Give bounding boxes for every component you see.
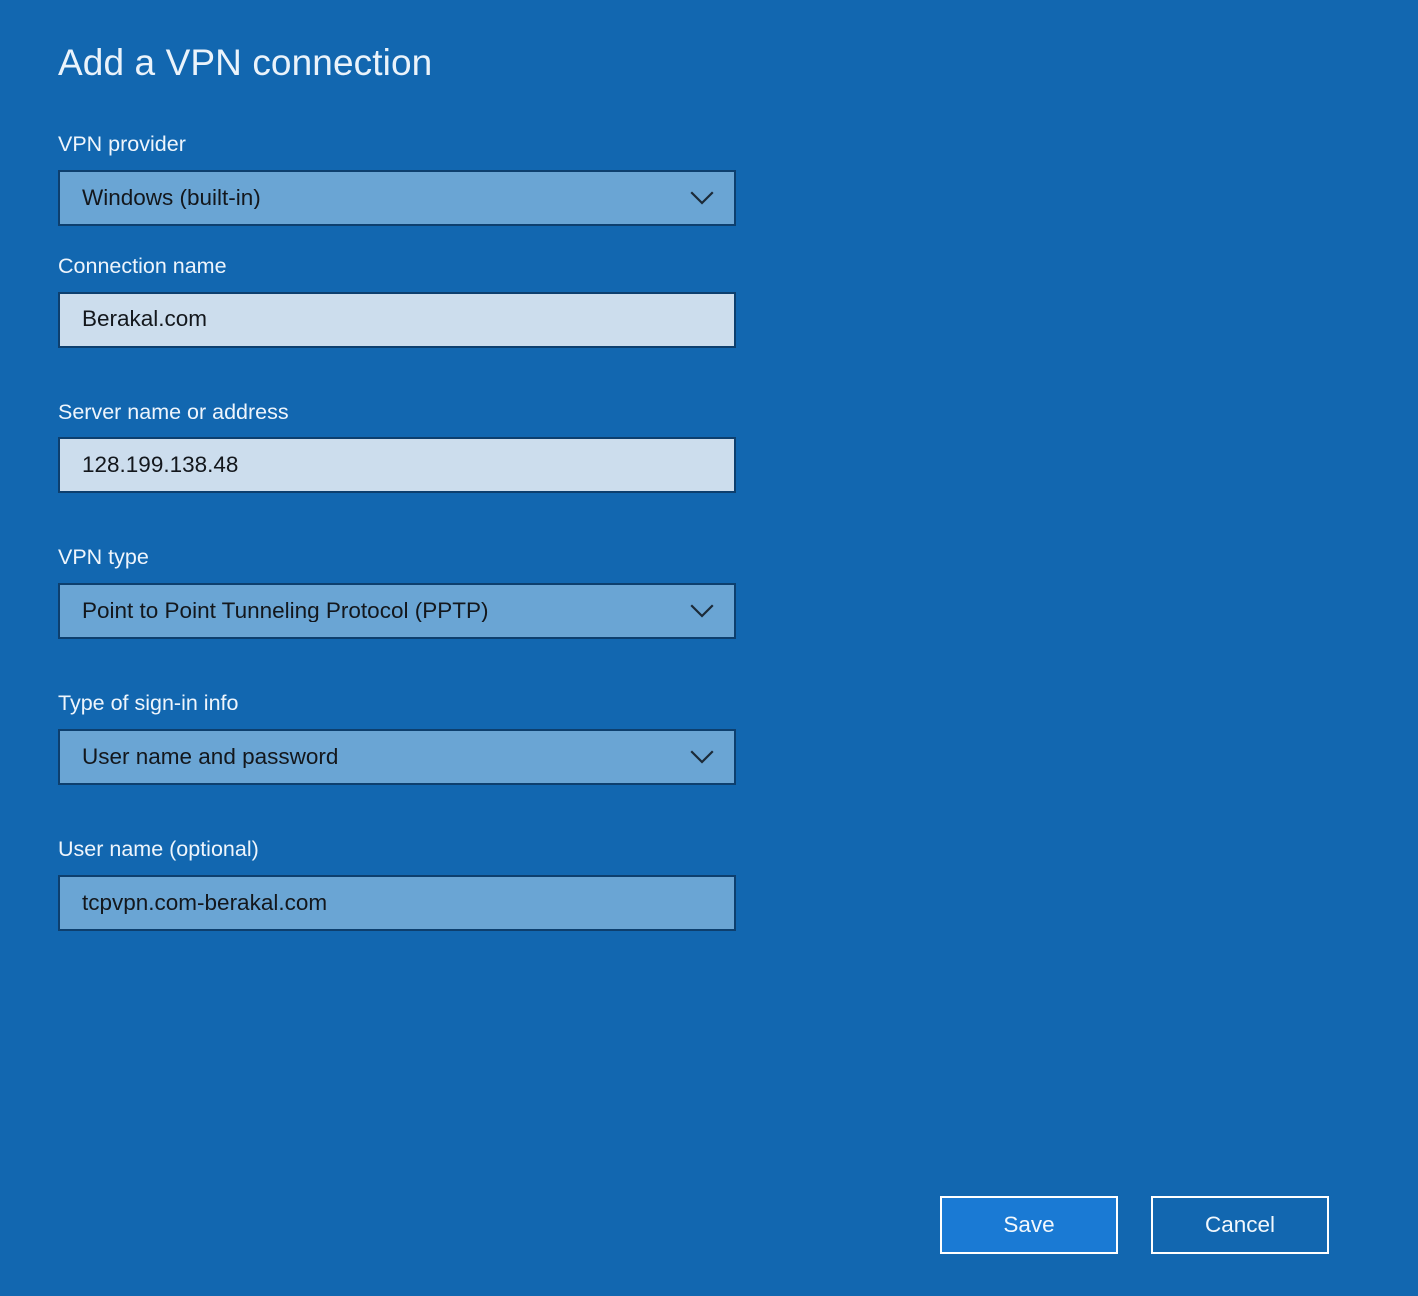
field-group-vpn-provider: VPN provider Windows (built-in) (58, 132, 738, 226)
dialog-button-bar: Save Cancel (940, 1196, 1329, 1254)
label-server-name: Server name or address (58, 399, 289, 424)
add-vpn-connection-page: Add a VPN connection VPN provider Window… (0, 0, 1418, 1296)
field-group-server-name: Server name or address 128.199.138.48 (58, 400, 738, 494)
input-user-name[interactable]: tcpvpn.com-berakal.com (58, 874, 736, 931)
label-user-name: User name (optional) (58, 836, 259, 861)
input-value-connection-name: Berakal.com (82, 308, 208, 331)
dropdown-value-vpn-type: Point to Point Tunneling Protocol (PPTP) (82, 599, 489, 623)
dropdown-value-vpn-provider: Windows (built-in) (82, 186, 261, 210)
dropdown-sign-in-info-type[interactable]: User name and password (58, 728, 736, 785)
label-vpn-provider: VPN provider (58, 132, 186, 156)
cancel-button[interactable]: Cancel (1151, 1196, 1329, 1254)
vpn-connection-form: VPN provider Windows (built-in) Connecti… (58, 132, 738, 931)
label-vpn-type: VPN type (58, 545, 149, 570)
label-connection-name: Connection name (58, 253, 227, 278)
field-group-sign-in-info-type: Type of sign-in info User name and passw… (58, 691, 738, 785)
field-group-connection-name: Connection name Berakal.com (58, 254, 738, 348)
input-connection-name[interactable]: Berakal.com (58, 291, 736, 348)
input-server-name[interactable]: 128.199.138.48 (58, 437, 736, 494)
dropdown-value-sign-in-info-type: User name and password (82, 745, 339, 769)
dropdown-vpn-provider[interactable]: Windows (built-in) (58, 169, 736, 226)
dropdown-vpn-type[interactable]: Point to Point Tunneling Protocol (PPTP) (58, 583, 736, 640)
field-group-user-name: User name (optional) tcpvpn.com-berakal.… (58, 837, 738, 931)
input-value-user-name: tcpvpn.com-berakal.com (82, 891, 328, 915)
page-title: Add a VPN connection (58, 42, 433, 83)
label-sign-in-info-type: Type of sign-in info (58, 691, 239, 716)
field-group-vpn-type: VPN type Point to Point Tunneling Protoc… (58, 545, 738, 640)
input-value-server-name: 128.199.138.48 (82, 454, 239, 477)
save-button[interactable]: Save (940, 1196, 1118, 1254)
